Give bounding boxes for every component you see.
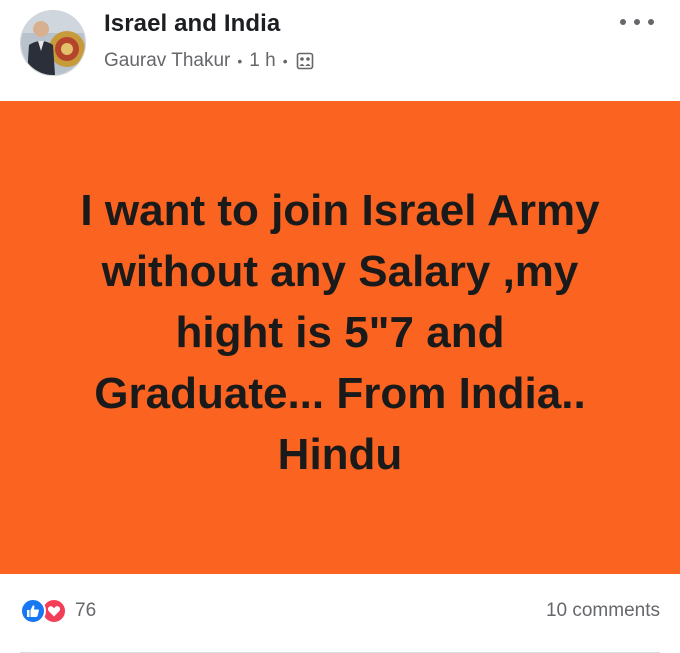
post-header: Israel and India Gaurav Thakur • 1 h • [0,0,680,100]
more-dot [634,19,640,25]
post-meta: Gaurav Thakur • 1 h • [104,50,314,72]
post-footer: 76 10 comments [0,574,680,653]
more-options-icon[interactable] [620,12,654,32]
post-text-line: I want to join Israel Army [80,186,600,235]
post-time[interactable]: 1 h [249,50,275,72]
post-text-line: Hindu [277,430,403,479]
more-dot [620,19,626,25]
meta-separator: • [282,53,288,69]
author-name[interactable]: Gaurav Thakur [104,50,230,72]
post-text-line: Graduate... From India.. [94,369,586,418]
meta-separator: • [237,53,243,69]
group-avatar[interactable] [20,10,86,76]
avatar-image [21,11,85,75]
post-text-line: without any Salary ,my [101,247,579,296]
post-text-line: hight is 5"7 and [175,308,505,357]
group-privacy-icon [296,52,314,70]
reaction-count[interactable]: 76 [75,600,96,622]
like-icon [20,598,46,624]
post-text-background[interactable]: I want to join Israel Army without any S… [0,101,680,574]
group-name[interactable]: Israel and India [104,10,280,38]
comments-count[interactable]: 10 comments [546,600,660,622]
post-text: I want to join Israel Army without any S… [40,180,640,485]
reactions-summary[interactable]: 76 [20,598,96,624]
more-dot [648,19,654,25]
